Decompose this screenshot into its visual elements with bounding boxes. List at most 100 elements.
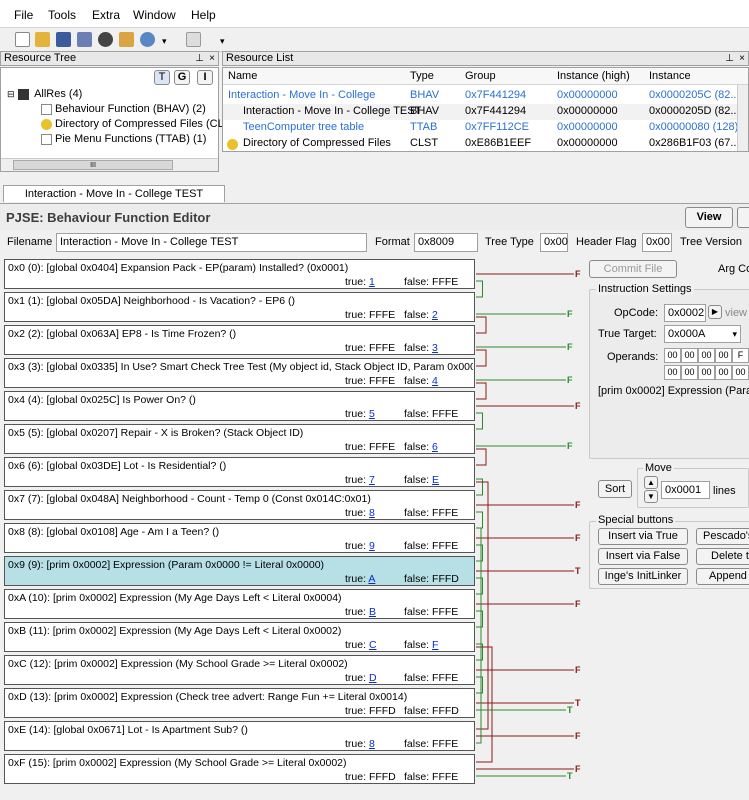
instruction-row[interactable]: 0xC (12): [prim 0x0002] Expression (My S… xyxy=(4,655,475,685)
resource-row[interactable]: TeenComputer tree table TTAB 0x7FF112CE … xyxy=(223,120,748,136)
resource-row-selected[interactable]: Interaction - Move In - College TEST BHA… xyxy=(223,104,748,120)
insert-via-false-button[interactable]: Insert via False xyxy=(598,548,688,565)
tab-tree-i[interactable]: I xyxy=(197,70,213,85)
instruction-row[interactable]: 0x1 (1): [global 0x05DA] Neighborhood - … xyxy=(4,292,475,322)
column-name[interactable]: Name xyxy=(228,70,257,82)
move-up-icon[interactable]: ▲ xyxy=(644,476,658,489)
close-icon[interactable]: × xyxy=(739,52,745,65)
tree-horizontal-scrollbar[interactable]: III xyxy=(1,158,218,171)
view-label[interactable]: view xyxy=(725,307,747,319)
operand-12[interactable]: 00 xyxy=(732,365,749,380)
move-lines-input[interactable]: 0x0001 xyxy=(661,481,710,499)
delete-button[interactable]: Delete t xyxy=(696,548,749,565)
append-button[interactable]: Append xyxy=(696,568,749,585)
opcode-input[interactable]: 0x0002 xyxy=(664,304,706,322)
open-folder-icon[interactable] xyxy=(35,32,50,47)
menu-window[interactable]: Window xyxy=(133,8,176,22)
tree-type-input[interactable]: 0x00 xyxy=(540,233,568,252)
move-down-icon[interactable]: ▼ xyxy=(644,490,658,503)
operand-8[interactable]: 00 xyxy=(664,365,681,380)
resource-row[interactable]: Directory of Compressed Files CLST 0xE86… xyxy=(223,136,748,151)
tree-item-bhav[interactable]: Behaviour Function (BHAV) (2) xyxy=(41,103,206,115)
pescado-button[interactable]: Pescado's xyxy=(696,528,749,545)
resource-row[interactable]: Interaction - Move In - College BHAV 0x7… xyxy=(223,88,748,104)
instruction-row[interactable]: 0x8 (8): [global 0x0108] Age - Am I a Te… xyxy=(4,523,475,553)
false-target-link[interactable]: E xyxy=(432,474,439,486)
instruction-row[interactable]: 0x7 (7): [global 0x048A] Neighborhood - … xyxy=(4,490,475,520)
instruction-row[interactable]: 0x4 (4): [global 0x025C] Is Power On? ()… xyxy=(4,391,475,421)
false-target-link[interactable]: 4 xyxy=(432,375,438,387)
operand-11[interactable]: 00 xyxy=(715,365,732,380)
true-target-link[interactable]: 7 xyxy=(369,474,375,486)
tree-item-clst[interactable]: Directory of Compressed Files (CLST) xyxy=(41,118,241,130)
toolbar-dropdown-icon-2[interactable]: ▾ xyxy=(220,36,225,47)
operand-10[interactable]: 00 xyxy=(698,365,715,380)
close-icon[interactable]: × xyxy=(209,52,215,65)
menu-tools[interactable]: Tools xyxy=(48,8,76,22)
users-icon[interactable] xyxy=(119,32,134,47)
true-target-link[interactable]: C xyxy=(369,639,377,651)
toolbar-dropdown-icon[interactable]: ▾ xyxy=(162,36,167,47)
true-target-link[interactable]: A xyxy=(368,573,375,585)
tree-item-ttab[interactable]: Pie Menu Functions (TTAB) (1) xyxy=(41,133,206,145)
operand-3[interactable]: 00 xyxy=(715,348,732,363)
false-target-link[interactable]: 2 xyxy=(432,309,438,321)
column-instance[interactable]: Instance xyxy=(649,70,691,82)
true-target-link[interactable]: D xyxy=(369,672,377,684)
sort-button[interactable]: Sort xyxy=(598,480,632,498)
true-target-link[interactable]: 9 xyxy=(369,540,375,552)
instruction-row[interactable]: 0x6 (6): [global 0x03DE] Lot - Is Reside… xyxy=(4,457,475,487)
tree-root[interactable]: ⊟ AllRes (4) xyxy=(7,88,82,100)
tab-tree-g[interactable]: G xyxy=(174,70,190,85)
play-icon[interactable]: ▶ xyxy=(708,305,722,319)
save-icon[interactable] xyxy=(56,32,71,47)
tab-tree-t[interactable]: T xyxy=(154,70,170,85)
new-file-icon[interactable] xyxy=(15,32,30,47)
instruction-row-selected[interactable]: 0x9 (9): [prim 0x0002] Expression (Param… xyxy=(4,556,475,586)
instruction-row[interactable]: 0xD (13): [prim 0x0002] Expression (Chec… xyxy=(4,688,475,718)
instruction-row[interactable]: 0x5 (5): [global 0x0207] Repair - X is B… xyxy=(4,424,475,454)
instruction-row[interactable]: 0xA (10): [prim 0x0002] Expression (My A… xyxy=(4,589,475,619)
operand-1[interactable]: 00 xyxy=(681,348,698,363)
menu-file[interactable]: File xyxy=(14,8,33,22)
view-button[interactable]: View xyxy=(685,207,733,228)
menu-extra[interactable]: Extra xyxy=(92,8,120,22)
operand-4[interactable]: F xyxy=(732,348,749,363)
commit-file-button[interactable]: Commit File xyxy=(589,260,677,278)
menu-help[interactable]: Help xyxy=(191,8,216,22)
false-target-link[interactable]: 6 xyxy=(432,441,438,453)
list-vertical-scrollbar[interactable] xyxy=(737,85,748,151)
operand-9[interactable]: 00 xyxy=(681,365,698,380)
pin-icon[interactable]: ⊥ xyxy=(725,52,734,65)
true-target-link[interactable]: 1 xyxy=(369,276,375,288)
filename-input[interactable]: Interaction - Move In - College TEST xyxy=(56,233,367,252)
globe-icon[interactable] xyxy=(140,32,155,47)
false-target-link[interactable]: F xyxy=(432,639,438,651)
instruction-row[interactable]: 0xE (14): [global 0x0671] Lot - Is Apart… xyxy=(4,721,475,751)
column-instance-high[interactable]: Instance (high) xyxy=(557,70,630,82)
instruction-row[interactable]: 0xF (15): [prim 0x0002] Expression (My S… xyxy=(4,754,475,784)
save-all-icon[interactable] xyxy=(77,32,92,47)
pin-icon[interactable]: ⊥ xyxy=(195,52,204,65)
true-target-link[interactable]: 5 xyxy=(369,408,375,420)
close-icon[interactable] xyxy=(98,32,113,47)
format-input[interactable]: 0x8009 xyxy=(414,233,478,252)
insert-via-true-button[interactable]: Insert via True xyxy=(598,528,688,545)
true-target-select[interactable]: 0x000A ▾ xyxy=(664,325,741,343)
operand-2[interactable]: 00 xyxy=(698,348,715,363)
true-target-link[interactable]: 8 xyxy=(369,507,375,519)
header-flag-input[interactable]: 0x00 xyxy=(642,233,672,252)
column-type[interactable]: Type xyxy=(410,70,434,82)
column-group[interactable]: Group xyxy=(465,70,496,82)
instruction-row[interactable]: 0xB (11): [prim 0x0002] Expression (My A… xyxy=(4,622,475,652)
collapse-icon[interactable]: ⊟ xyxy=(7,89,15,99)
extra-button[interactable] xyxy=(737,207,749,228)
true-target-link[interactable]: 8 xyxy=(369,738,375,750)
inge-initlinker-button[interactable]: Inge's InitLinker xyxy=(598,568,688,585)
instruction-row[interactable]: 0x3 (3): [global 0x0335] In Use? Smart C… xyxy=(4,358,475,388)
true-target-link[interactable]: B xyxy=(369,606,376,618)
instruction-row[interactable]: 0x0 (0): [global 0x0404] Expansion Pack … xyxy=(4,259,475,289)
instruction-row[interactable]: 0x2 (2): [global 0x063A] EP8 - Is Time F… xyxy=(4,325,475,355)
operand-0[interactable]: 00 xyxy=(664,348,681,363)
scroll-thumb[interactable]: III xyxy=(13,160,173,170)
